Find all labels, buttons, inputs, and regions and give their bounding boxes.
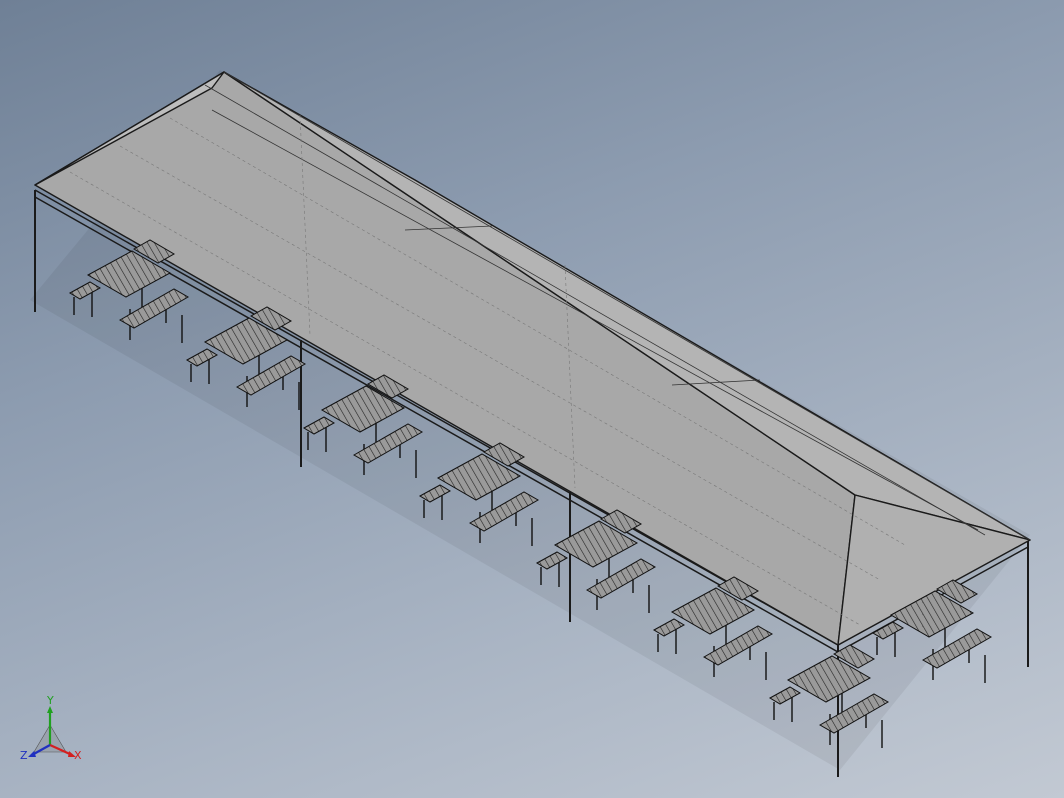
view-orientation-triad[interactable]: Y X Z — [18, 695, 88, 770]
x-axis-label: X — [74, 749, 82, 762]
y-axis-label: Y — [47, 694, 54, 707]
tent-model-view[interactable] — [0, 0, 1064, 798]
graphics-viewport[interactable]: Y X Z — [0, 0, 1064, 798]
z-axis-label: Z — [20, 749, 28, 762]
